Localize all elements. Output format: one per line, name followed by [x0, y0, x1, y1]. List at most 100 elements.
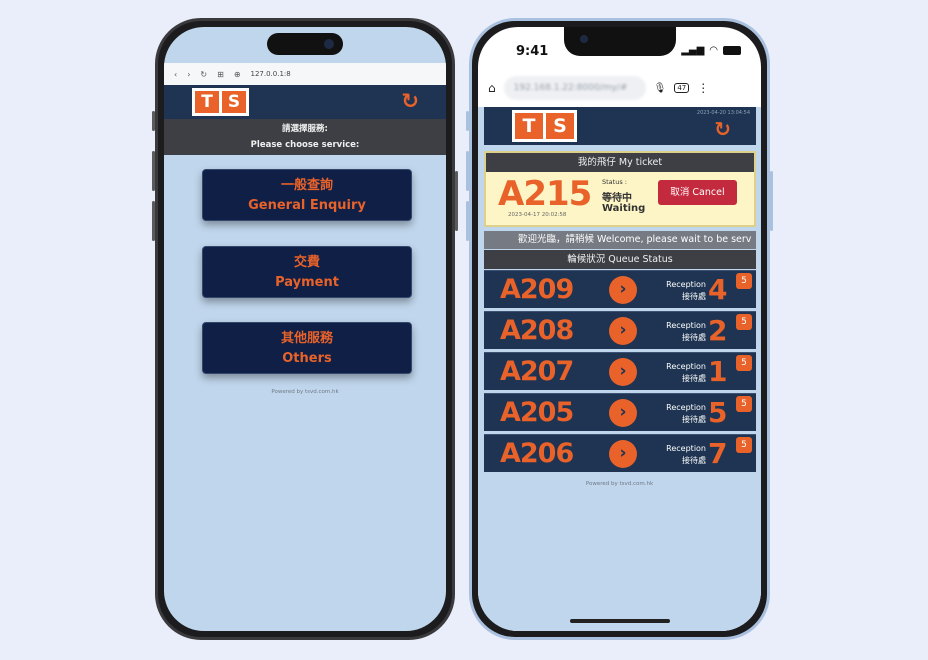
- queue-status-title: 輪候狀況 Queue Status: [484, 250, 756, 269]
- reception-zh: 接待處: [682, 456, 706, 465]
- ts-logo: T S: [512, 110, 577, 142]
- status-value-en: Waiting: [602, 203, 646, 214]
- reception-zh: 接待處: [682, 292, 706, 301]
- ts-logo: T S: [192, 88, 249, 116]
- service-label-en: Others: [282, 351, 332, 366]
- cancel-ticket-button[interactable]: 取消 Cancel: [658, 180, 737, 205]
- general-enquiry-button[interactable]: 一般查詢 General Enquiry: [202, 169, 412, 221]
- reload-icon[interactable]: ↻: [200, 70, 207, 79]
- queue-ticket-number: A209: [500, 274, 574, 305]
- header-timestamp: 2023-04-20 13:04:54: [696, 110, 750, 116]
- others-button[interactable]: 其他服務 Others: [202, 322, 412, 374]
- clock: 9:41: [516, 44, 549, 59]
- prompt-zh: 請選擇服務:: [282, 124, 328, 134]
- payment-button[interactable]: 交費 Payment: [202, 246, 412, 298]
- right-phone-frame: 9:41 ▂▄▆ ◠ ⌂ 192.168.1.22:8000/my/# 🎙 47…: [466, 18, 773, 640]
- queue-row: A205 › Reception 接待處 5 5: [484, 393, 756, 431]
- queue-ticket-number: A206: [500, 438, 574, 469]
- status-label: Status :: [602, 178, 627, 186]
- prompt-en: Please choose service:: [250, 140, 360, 150]
- refresh-icon[interactable]: ↻: [401, 89, 419, 113]
- back-icon[interactable]: ‹: [174, 70, 177, 79]
- arrow-right-icon: ›: [609, 358, 637, 386]
- status-value-zh: 等待中: [602, 193, 632, 204]
- reception-label: Reception 接待處: [654, 443, 706, 467]
- reception-label: Reception 接待處: [654, 402, 706, 426]
- volume-up-button: [152, 151, 155, 191]
- welcome-marquee: 歡迎光臨，請稍候 Welcome, please wait to be serv: [484, 231, 756, 249]
- queue-row: A208 › Reception 接待處 2 5: [484, 311, 756, 349]
- queue-row: A206 › Reception 接待處 7 5: [484, 434, 756, 472]
- volume-down-button: [466, 201, 469, 241]
- powered-by-text: Powered by tsvd.com.hk: [271, 389, 339, 395]
- service-label-zh: 一般查詢: [280, 178, 333, 193]
- ticket-issued-time: 2023-04-17 20:02:58: [508, 212, 567, 218]
- menu-icon[interactable]: ⋮: [697, 81, 709, 95]
- left-phone-frame: ‹ › ↻ ⊞ ⊕ 127.0.0.1:8 T S ↻ 請選擇服務: Pleas…: [152, 18, 458, 640]
- queue-ticket-number: A208: [500, 315, 574, 346]
- dynamic-island: [267, 33, 343, 55]
- reception-en: Reception: [666, 280, 706, 289]
- reception-label: Reception 接待處: [654, 320, 706, 344]
- count-badge: 5: [736, 437, 752, 453]
- mic-icon[interactable]: 🎙: [654, 83, 667, 94]
- arrow-right-icon: ›: [609, 317, 637, 345]
- service-label-en: Payment: [275, 275, 339, 290]
- counter-number: 4: [708, 273, 728, 306]
- service-label-zh: 其他服務: [280, 331, 333, 346]
- reception-zh: 接待處: [682, 333, 706, 342]
- counter-number: 2: [708, 314, 728, 347]
- count-badge: 5: [736, 314, 752, 330]
- address-bar[interactable]: 127.0.0.1:8: [251, 70, 291, 78]
- home-icon[interactable]: ⌂: [488, 81, 496, 95]
- queue-row: A209 › Reception 接待處 4 5: [484, 270, 756, 308]
- reception-en: Reception: [666, 403, 706, 412]
- count-badge: 5: [736, 273, 752, 289]
- logo-letter-s: S: [222, 91, 246, 113]
- tab-count-icon[interactable]: 47: [674, 83, 690, 93]
- app-header: T S ↻: [164, 85, 446, 119]
- refresh-icon[interactable]: ↻: [714, 117, 731, 141]
- logo-letter-t: T: [515, 113, 543, 139]
- reception-en: Reception: [666, 362, 706, 371]
- ticket-number: A215: [498, 174, 592, 214]
- wifi-icon: ◠: [709, 45, 718, 56]
- counter-number: 1: [708, 355, 728, 388]
- counter-number: 7: [708, 437, 728, 470]
- powered-by-text: Powered by tsvd.com.hk: [585, 481, 654, 487]
- mute-switch: [466, 111, 469, 131]
- logo-letter-s: S: [546, 113, 574, 139]
- queue-ticket-number: A205: [500, 397, 574, 428]
- apps-icon[interactable]: ⊞: [217, 70, 224, 79]
- address-bar[interactable]: 192.168.1.22:8000/my/#: [503, 76, 646, 100]
- camera-icon: [324, 39, 334, 49]
- reception-label: Reception 接待處: [654, 279, 706, 303]
- service-label-en: General Enquiry: [248, 198, 366, 213]
- power-button: [455, 171, 458, 231]
- camera-icon: [579, 35, 588, 43]
- app-area: T S 2023-04-20 13:04:54 ↻ 我的飛仔 My ticket…: [478, 107, 761, 631]
- home-indicator[interactable]: [569, 619, 670, 623]
- signal-icon: ▂▄▆: [681, 45, 705, 56]
- service-label-zh: 交費: [293, 255, 320, 270]
- service-prompt: 請選擇服務: Please choose service:: [164, 119, 446, 155]
- power-button: [770, 171, 773, 231]
- count-badge: 5: [736, 396, 752, 412]
- arrow-right-icon: ›: [609, 276, 637, 304]
- status-icons: ▂▄▆ ◠: [681, 45, 741, 56]
- mute-switch: [152, 111, 155, 131]
- right-phone-screen: 9:41 ▂▄▆ ◠ ⌂ 192.168.1.22:8000/my/# 🎙 47…: [478, 27, 761, 631]
- counter-number: 5: [708, 396, 728, 429]
- volume-down-button: [152, 201, 155, 241]
- globe-icon: ⊕: [233, 69, 241, 79]
- ticket-title: 我的飛仔 My ticket: [486, 153, 754, 172]
- forward-icon[interactable]: ›: [187, 70, 190, 79]
- reception-label: Reception 接待處: [654, 361, 706, 385]
- battery-icon: [723, 46, 741, 55]
- browser-toolbar: ‹ › ↻ ⊞ ⊕ 127.0.0.1:8: [164, 63, 446, 85]
- arrow-right-icon: ›: [609, 440, 637, 468]
- reception-zh: 接待處: [682, 374, 706, 383]
- queue-ticket-number: A207: [500, 356, 574, 387]
- reception-zh: 接待處: [682, 415, 706, 424]
- reception-en: Reception: [666, 321, 706, 330]
